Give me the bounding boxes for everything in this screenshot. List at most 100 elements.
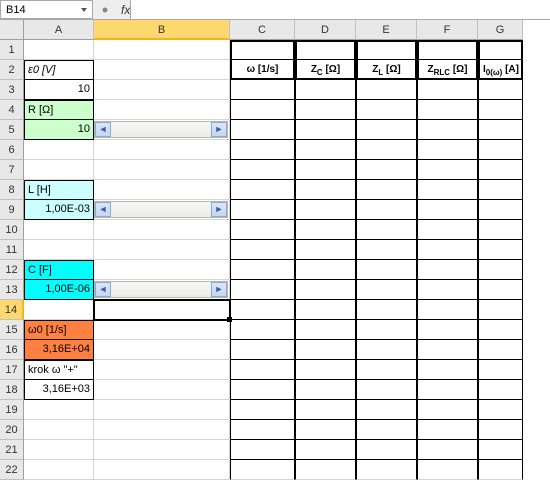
cell[interactable] [94, 420, 230, 440]
col-header-d[interactable]: D [295, 20, 356, 40]
cell[interactable] [417, 140, 478, 160]
cell[interactable] [478, 260, 523, 280]
cell[interactable] [417, 240, 478, 260]
cell[interactable] [478, 180, 523, 200]
cell[interactable] [230, 420, 295, 440]
cell[interactable] [295, 260, 356, 280]
cell[interactable] [295, 320, 356, 340]
cell[interactable] [94, 440, 230, 460]
cell-scroll-c[interactable]: ◄ ► [94, 280, 230, 300]
cell[interactable] [295, 180, 356, 200]
cell[interactable] [230, 100, 295, 120]
cell-scroll-r[interactable]: ◄ ► [94, 120, 230, 140]
cell[interactable] [94, 340, 230, 360]
fx-icon[interactable]: fx [117, 3, 130, 17]
cell[interactable] [478, 400, 523, 420]
cell[interactable] [94, 360, 230, 380]
cell[interactable] [356, 80, 417, 100]
row-header[interactable]: 2 [0, 60, 24, 80]
row-header[interactable]: 4 [0, 100, 24, 120]
col-header-e[interactable]: E [356, 20, 417, 40]
cell[interactable] [356, 260, 417, 280]
cell[interactable] [24, 460, 94, 480]
row-header[interactable]: 12 [0, 260, 24, 280]
scroll-right-icon[interactable]: ► [211, 202, 227, 217]
row-header[interactable]: 13 [0, 280, 24, 300]
cell[interactable] [94, 380, 230, 400]
cell[interactable] [94, 240, 230, 260]
cell-scroll-l[interactable]: ◄ ► [94, 200, 230, 220]
cell[interactable] [356, 360, 417, 380]
cell[interactable] [94, 80, 230, 100]
cell[interactable] [356, 180, 417, 200]
cell[interactable] [94, 60, 230, 80]
cell[interactable] [356, 300, 417, 320]
cell-c-label[interactable]: C [F] [24, 260, 94, 280]
cell-c-value[interactable]: 1,00E-06 [24, 280, 94, 300]
cell[interactable] [295, 100, 356, 120]
cell[interactable] [356, 160, 417, 180]
scrollbar-control[interactable]: ◄ ► [94, 281, 228, 298]
scroll-left-icon[interactable]: ◄ [95, 282, 111, 297]
cell-header-zc[interactable]: ZC [Ω] [295, 60, 356, 80]
row-header[interactable]: 19 [0, 400, 24, 420]
cell[interactable] [230, 460, 295, 480]
dropdown-icon[interactable] [93, 1, 117, 19]
row-header[interactable]: 9 [0, 200, 24, 220]
cell[interactable] [356, 420, 417, 440]
cell[interactable] [356, 140, 417, 160]
cell[interactable] [230, 280, 295, 300]
cell-header-i0[interactable]: I0(ω) [A] [478, 60, 523, 80]
cell[interactable] [356, 200, 417, 220]
cell[interactable] [295, 280, 356, 300]
cell[interactable] [230, 160, 295, 180]
scroll-left-icon[interactable]: ◄ [95, 202, 111, 217]
cell[interactable] [356, 460, 417, 480]
cell[interactable] [230, 340, 295, 360]
cell[interactable] [356, 120, 417, 140]
cell[interactable] [295, 120, 356, 140]
cell[interactable] [417, 40, 478, 60]
cell-header-zrlc[interactable]: ZRLC [Ω] [417, 60, 478, 80]
cell[interactable] [230, 440, 295, 460]
cell[interactable] [230, 120, 295, 140]
cell[interactable] [478, 440, 523, 460]
col-header-a[interactable]: A [24, 20, 94, 40]
cell[interactable] [417, 280, 478, 300]
cell[interactable] [295, 420, 356, 440]
cell[interactable] [478, 460, 523, 480]
cell[interactable] [295, 300, 356, 320]
cell[interactable] [478, 320, 523, 340]
cell[interactable] [478, 360, 523, 380]
cell[interactable] [295, 200, 356, 220]
cell[interactable] [295, 440, 356, 460]
cell[interactable] [230, 300, 295, 320]
row-header[interactable]: 7 [0, 160, 24, 180]
row-header[interactable]: 8 [0, 180, 24, 200]
scrollbar-control[interactable]: ◄ ► [94, 121, 228, 138]
cell[interactable] [94, 260, 230, 280]
row-header[interactable]: 14 [0, 300, 24, 320]
cell[interactable] [24, 440, 94, 460]
cell[interactable] [295, 460, 356, 480]
cell[interactable] [230, 180, 295, 200]
cell[interactable] [295, 40, 356, 60]
cell[interactable] [356, 40, 417, 60]
cell[interactable] [94, 40, 230, 60]
cell[interactable] [230, 140, 295, 160]
cell[interactable] [478, 120, 523, 140]
cell[interactable] [24, 140, 94, 160]
cell[interactable] [478, 80, 523, 100]
cell[interactable] [94, 180, 230, 200]
cell[interactable] [230, 260, 295, 280]
cell[interactable] [295, 160, 356, 180]
col-header-f[interactable]: F [417, 20, 478, 40]
cell[interactable] [356, 400, 417, 420]
cell[interactable] [24, 400, 94, 420]
cell[interactable] [24, 220, 94, 240]
name-box[interactable]: B14 [0, 0, 93, 19]
cell[interactable] [417, 160, 478, 180]
cell-r-label[interactable]: R [Ω] [24, 100, 94, 120]
cell[interactable] [478, 140, 523, 160]
cell[interactable] [417, 380, 478, 400]
